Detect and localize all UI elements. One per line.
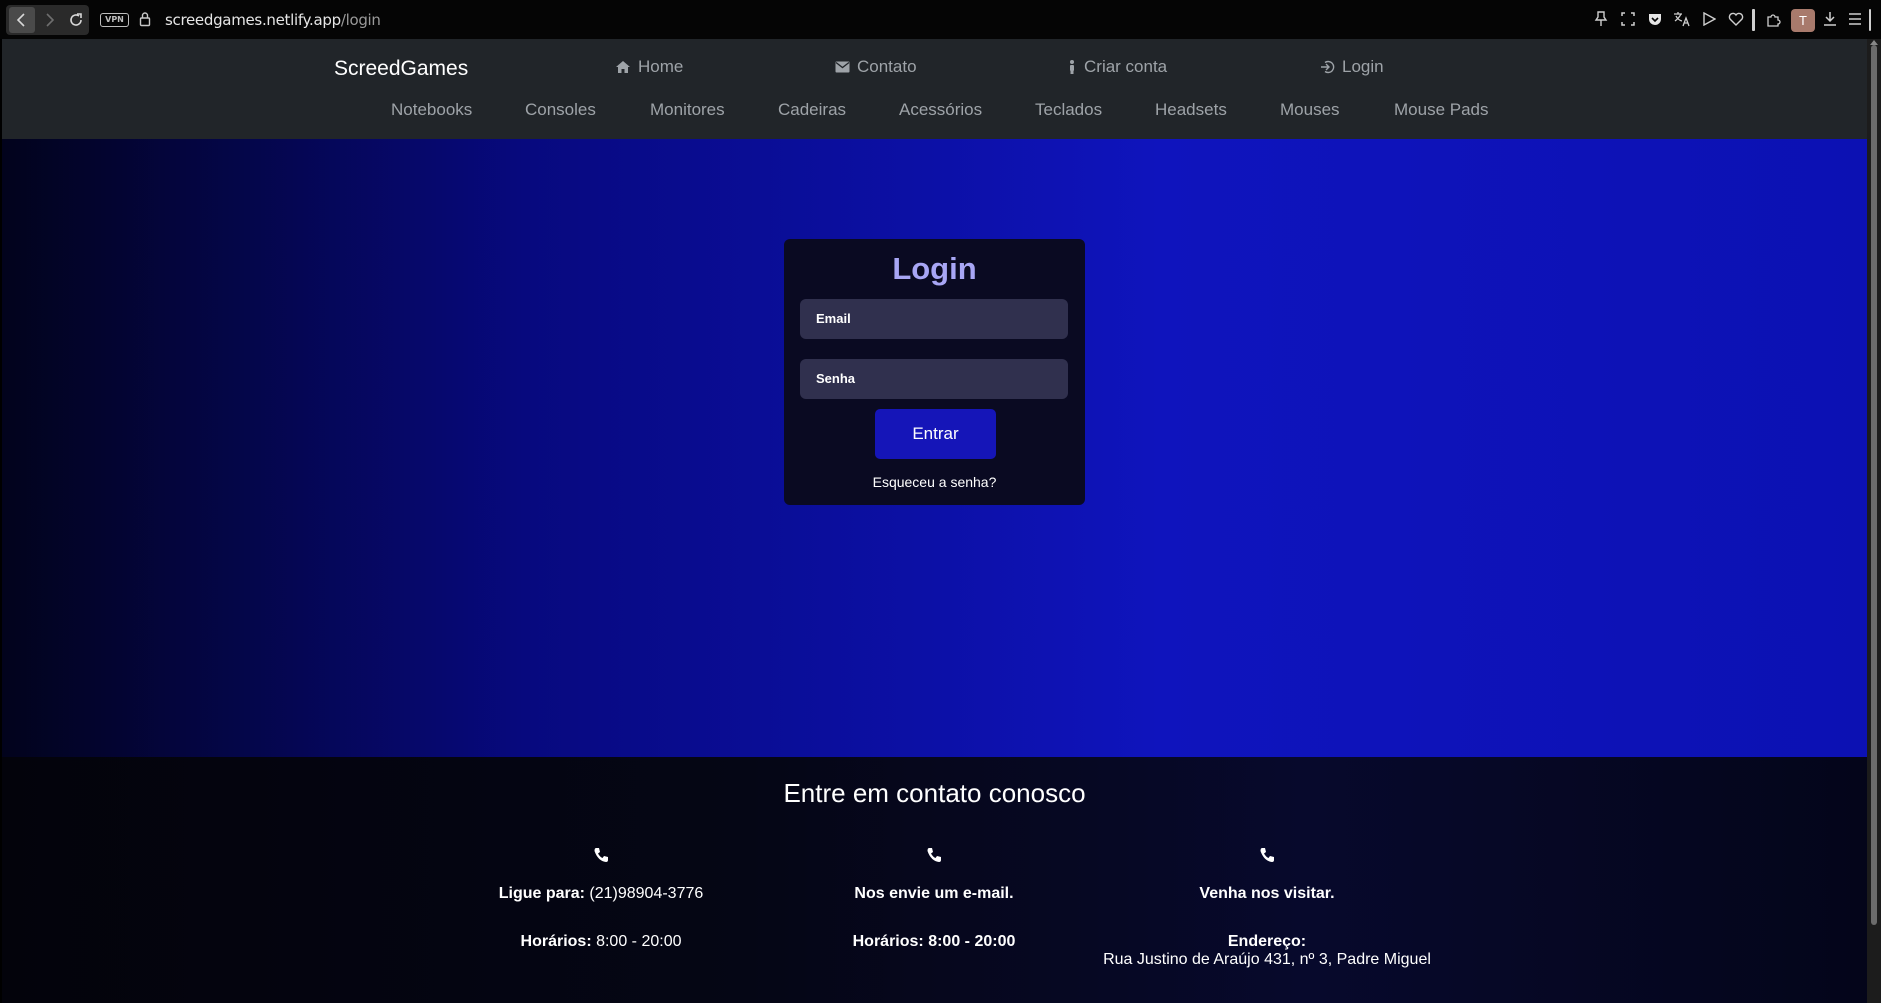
nav-contato-label: Contato: [857, 57, 917, 76]
contact-phone-column: Ligue para: (21)98904-3776 Horários: 8:0…: [421, 847, 781, 951]
category-mouse-pads[interactable]: Mouse Pads: [1394, 100, 1489, 120]
profile-avatar[interactable]: T: [1791, 9, 1815, 32]
mail-icon: [835, 61, 850, 73]
toolbar-divider: [1752, 9, 1755, 31]
login-button[interactable]: Entrar: [875, 409, 996, 459]
page-scrollbar[interactable]: [1867, 39, 1881, 1003]
browser-toolbar: VPN screedgames.netlify.app/login T: [0, 0, 1881, 39]
home-icon: [616, 61, 630, 73]
url-domain: screedgames.netlify.app: [165, 11, 341, 29]
nav-criar-conta-label: Criar conta: [1084, 57, 1168, 76]
contact-email-column: Nos envie um e-mail. Horários: 8:00 - 20…: [754, 847, 1114, 951]
address-label: Endereço:: [1227, 933, 1307, 950]
screenshot-icon[interactable]: [1619, 10, 1637, 28]
play-icon[interactable]: [1700, 10, 1718, 28]
category-monitores[interactable]: Monitores: [650, 100, 725, 120]
contact-footer: Entre em contato conosco Ligue para: (21…: [2, 757, 1867, 1003]
toolbar-edge: [1869, 9, 1871, 31]
back-button[interactable]: [9, 7, 35, 33]
category-headsets[interactable]: Headsets: [1155, 100, 1227, 120]
person-icon: [1070, 60, 1074, 74]
browser-nav-group: [6, 5, 89, 35]
category-teclados[interactable]: Teclados: [1035, 100, 1102, 120]
login-title: Login: [892, 251, 977, 286]
lock-icon[interactable]: [139, 11, 151, 27]
hours-label: Horários:: [520, 933, 592, 950]
shield-icon[interactable]: [1646, 10, 1664, 28]
email-hours: Horários: 8:00 - 20:00: [852, 933, 1016, 950]
phone-label: Ligue para:: [498, 885, 585, 902]
hours-value: 8:00 - 20:00: [591, 933, 682, 950]
password-field[interactable]: Senha: [800, 359, 1068, 399]
chevron-left-icon: [16, 13, 25, 27]
nav-login[interactable]: Login: [1319, 57, 1384, 77]
category-cadeiras[interactable]: Cadeiras: [778, 100, 846, 120]
category-mouses[interactable]: Mouses: [1280, 100, 1340, 120]
site-navbar: ScreedGames Home Contato Criar conta Log…: [2, 39, 1867, 139]
login-card: Login Email Senha Entrar Esqueceu a senh…: [784, 239, 1085, 505]
nav-criar-conta[interactable]: Criar conta: [1067, 57, 1167, 77]
visit-label: Venha nos visitar.: [1199, 885, 1335, 902]
vpn-badge[interactable]: VPN: [100, 13, 129, 27]
nav-login-label: Login: [1342, 57, 1384, 76]
address-bar[interactable]: screedgames.netlify.app/login: [165, 11, 381, 29]
nav-home-label: Home: [638, 57, 684, 76]
nav-home[interactable]: Home: [615, 57, 683, 77]
forgot-password-link[interactable]: Esqueceu a senha?: [784, 474, 1085, 490]
url-path: /login: [340, 11, 381, 29]
reload-icon: [70, 13, 82, 26]
menu-icon[interactable]: [1846, 10, 1864, 28]
category-consoles[interactable]: Consoles: [525, 100, 596, 120]
forward-button[interactable]: [36, 7, 62, 33]
extensions-icon[interactable]: [1765, 10, 1783, 28]
category-notebooks[interactable]: Notebooks: [391, 100, 472, 120]
brand-logo[interactable]: ScreedGames: [334, 57, 468, 81]
phone-icon: [594, 848, 608, 862]
phone-icon: [1260, 848, 1274, 862]
reload-button[interactable]: [63, 7, 89, 33]
contact-visit-column: Venha nos visitar. Endereço: Rua Justino …: [1087, 847, 1447, 969]
address-value: Rua Justino de Araújo 431, nº 3, Padre M…: [1103, 951, 1431, 968]
hero-section: Login Email Senha Entrar Esqueceu a senh…: [2, 139, 1867, 757]
email-field[interactable]: Email: [800, 299, 1068, 339]
phone-icon: [927, 848, 941, 862]
pin-icon[interactable]: [1592, 10, 1610, 28]
email-label: Nos envie um e-mail.: [854, 885, 1014, 902]
phone-number: (21)98904-3776: [584, 885, 704, 902]
heart-icon[interactable]: [1727, 10, 1745, 28]
footer-title: Entre em contato conosco: [783, 778, 1086, 808]
translate-icon[interactable]: [1673, 10, 1691, 28]
scroll-thumb[interactable]: [1871, 45, 1877, 925]
chevron-right-icon: [46, 13, 55, 27]
category-acessorios[interactable]: Acessórios: [899, 100, 982, 120]
download-icon[interactable]: [1821, 10, 1839, 28]
nav-contato[interactable]: Contato: [835, 57, 917, 77]
login-icon: [1321, 60, 1335, 74]
